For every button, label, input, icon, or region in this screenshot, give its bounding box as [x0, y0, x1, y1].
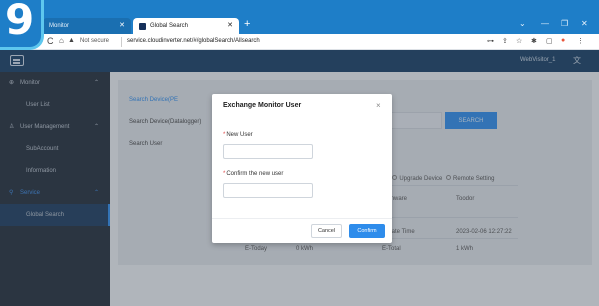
- url-field[interactable]: service.cloudinverter.net/#/globalSearch…: [127, 38, 260, 44]
- close-tab-icon[interactable]: ✕: [227, 21, 233, 29]
- minimize-button[interactable]: —: [541, 19, 549, 28]
- cancel-button[interactable]: Cancel: [311, 224, 342, 238]
- share-icon[interactable]: ⇪: [502, 37, 508, 45]
- sidepanel-icon[interactable]: ▢: [546, 37, 553, 45]
- home-icon[interactable]: ⌂: [59, 36, 64, 45]
- dialog-footer-divider: [212, 218, 392, 219]
- star-icon[interactable]: ☆: [516, 37, 522, 45]
- not-secure-label[interactable]: Not secure: [80, 38, 109, 44]
- confirm-user-label: *Confirm the new user: [223, 171, 283, 177]
- menu-icon[interactable]: ⋮: [577, 37, 584, 45]
- tab-label: Global Search: [150, 23, 189, 29]
- extensions-icon[interactable]: ✱: [531, 37, 537, 45]
- warning-icon[interactable]: ▲: [68, 37, 75, 44]
- step-badge: 9: [0, 0, 44, 50]
- close-window-button[interactable]: ✕: [581, 19, 588, 28]
- tab-monitor[interactable]: Monitor ✕: [43, 18, 131, 34]
- tab-search-icon[interactable]: ⌄: [519, 19, 526, 28]
- required-mark: *: [223, 132, 226, 138]
- reload-icon[interactable]: C: [47, 36, 54, 46]
- confirm-user-label-text: Confirm the new user: [226, 171, 284, 177]
- key-icon[interactable]: ⊶: [487, 37, 494, 45]
- tab-global-search[interactable]: Global Search ✕: [133, 18, 239, 34]
- profile-icon[interactable]: ●: [561, 37, 565, 44]
- confirm-button[interactable]: Confirm: [349, 224, 385, 238]
- maximize-button[interactable]: ❐: [561, 19, 568, 28]
- divider: [121, 37, 122, 47]
- tab-label: Monitor: [49, 23, 70, 29]
- new-user-label-text: New User: [226, 132, 253, 138]
- close-tab-icon[interactable]: ✕: [119, 21, 125, 29]
- favicon-icon: [139, 22, 146, 30]
- address-bar: C ⌂ ▲ Not secure service.cloudinverter.n…: [0, 34, 599, 50]
- new-tab-button[interactable]: +: [244, 18, 250, 30]
- confirm-user-input[interactable]: [223, 183, 313, 198]
- browser-tab-strip: Monitor ✕ Global Search ✕ + ⌄ — ❐ ✕: [0, 0, 599, 34]
- dialog-title: Exchange Monitor User: [223, 102, 302, 109]
- step-number: 9: [5, 0, 35, 44]
- close-icon[interactable]: ×: [376, 101, 381, 110]
- new-user-label: *New User: [223, 132, 253, 138]
- exchange-monitor-user-dialog: Exchange Monitor User × *New User *Confi…: [212, 94, 392, 243]
- new-user-input[interactable]: [223, 144, 313, 159]
- required-mark: *: [223, 171, 226, 177]
